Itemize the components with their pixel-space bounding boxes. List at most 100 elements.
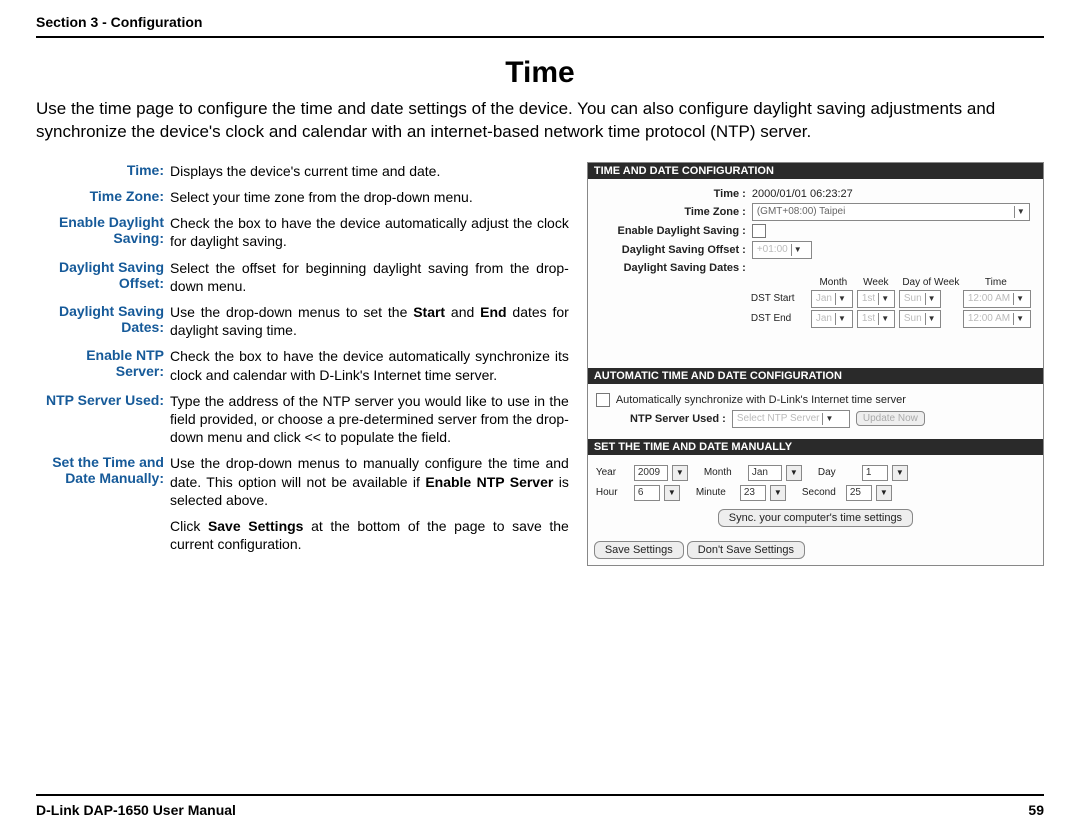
def-label-dst-dates: Daylight Saving Dates: [36,303,170,339]
value-second: 25 [846,485,872,501]
value-time: 2000/01/01 06:23:27 [752,188,853,200]
select-value: (GMT+08:00) Taipei [757,206,845,217]
def-value-timezone: Select your time zone from the drop-down… [170,188,569,206]
select-dst-end-dow[interactable]: Sun▼ [899,310,941,328]
select-value: Jan [816,313,832,324]
def-label-enable-ntp: Enable NTP Server: [36,347,170,383]
chevron-down-icon: ▼ [925,293,938,305]
footer-page-number: 59 [1028,802,1044,818]
section-header-manual: SET THE TIME AND DATE MANUALLY [588,439,1043,455]
chevron-down-icon: ▼ [791,244,804,256]
def-label-set-manually: Set the Time and Date Manually: [36,454,170,509]
select-hour[interactable]: ▼ [664,485,680,501]
select-dst-end-month[interactable]: Jan▼ [811,310,853,328]
label-year: Year [596,467,630,478]
chevron-down-icon: ▼ [835,293,848,305]
select-value: 1st [862,293,875,304]
chevron-down-icon: ▼ [878,313,891,325]
label-minute: Minute [696,487,736,498]
chevron-down-icon: ▼ [835,313,848,325]
label-dst-dates: Daylight Saving Dates : [596,262,752,274]
label-day: Day [818,467,858,478]
text: Use the drop-down menus to set the [170,304,413,320]
bold: End [480,304,506,320]
section-header-time: TIME AND DATE CONFIGURATION [588,163,1043,179]
sync-computer-button[interactable]: Sync. your computer's time settings [718,509,913,527]
select-value: +01:00 [757,244,788,255]
section-header-auto: AUTOMATIC TIME AND DATE CONFIGURATION [588,368,1043,384]
label-auto-sync: Automatically synchronize with D-Link's … [616,394,906,406]
select-value: 1st [862,313,875,324]
intro-paragraph: Use the time page to configure the time … [36,98,1044,144]
select-value: Select NTP Server [737,413,820,424]
update-now-button[interactable]: Update Now [856,411,925,426]
def-label-time: Time: [36,162,170,180]
select-day[interactable]: ▼ [892,465,908,481]
select-dst-start-month[interactable]: Jan▼ [811,290,853,308]
value-day: 1 [862,465,888,481]
checkbox-enable-dst[interactable] [752,224,766,238]
value-month: Jan [748,465,782,481]
footer-left: D-Link DAP-1650 User Manual [36,802,236,818]
chevron-down-icon: ▼ [1013,293,1026,305]
def-value-ntp-server: Type the address of the NTP server you w… [170,392,569,447]
value-hour: 6 [634,485,660,501]
dst-hdr-dow: Day of Week [896,277,966,288]
chevron-down-icon: ▼ [822,413,835,425]
select-value: Sun [904,293,922,304]
label-enable-dst: Enable Daylight Saving : [596,225,752,237]
select-dst-end-time[interactable]: 12:00 AM▼ [963,310,1031,328]
page-title: Time [36,56,1044,90]
config-panel: TIME AND DATE CONFIGURATION Time : 2000/… [587,162,1044,566]
chevron-down-icon: ▼ [1013,313,1026,325]
def-value-enable-ntp: Check the box to have the device automat… [170,347,569,383]
select-second[interactable]: ▼ [876,485,892,501]
def-label-dst-offset: Daylight Saving Offset: [36,259,170,295]
select-month[interactable]: ▼ [786,465,802,481]
select-dst-start-week[interactable]: 1st▼ [857,290,895,308]
dst-hdr-week: Week [856,277,896,288]
text: and [445,304,480,320]
dont-save-settings-button[interactable]: Don't Save Settings [687,541,805,559]
chevron-down-icon: ▼ [1014,206,1027,218]
def-value-enable-dst: Check the box to have the device automat… [170,214,569,250]
def-label-timezone: Time Zone: [36,188,170,206]
select-dst-end-week[interactable]: 1st▼ [857,310,895,328]
label-time: Time : [596,188,752,200]
dst-hdr-time: Time [966,277,1026,288]
def-label-empty [36,517,170,553]
value-minute: 23 [740,485,766,501]
def-value-set-manually: Use the drop-down menus to manually conf… [170,454,569,509]
chevron-down-icon: ▼ [878,293,891,305]
select-dst-offset[interactable]: +01:00 ▼ [752,241,812,259]
bold: Save Settings [208,518,304,534]
select-value: Sun [904,313,922,324]
def-value-time: Displays the device's current time and d… [170,162,569,180]
dst-hdr-month: Month [811,277,856,288]
def-value-dst-offset: Select the offset for beginning daylight… [170,259,569,295]
label-month: Month [704,467,744,478]
label-dst-offset: Daylight Saving Offset : [596,244,752,256]
label-ntp-server: NTP Server Used : [596,413,732,425]
bold: Start [413,304,445,320]
def-value-dst-dates: Use the drop-down menus to set the Start… [170,303,569,339]
select-ntp-server[interactable]: Select NTP Server ▼ [732,410,850,428]
label-timezone: Time Zone : [596,206,752,218]
select-year[interactable]: ▼ [672,465,688,481]
value-year: 2009 [634,465,668,481]
select-value: Jan [816,293,832,304]
select-dst-start-dow[interactable]: Sun▼ [899,290,941,308]
chevron-down-icon: ▼ [925,313,938,325]
select-minute[interactable]: ▼ [770,485,786,501]
select-timezone[interactable]: (GMT+08:00) Taipei ▼ [752,203,1030,221]
dst-start-label: DST Start [751,293,811,304]
def-label-enable-dst: Enable Daylight Saving: [36,214,170,250]
label-hour: Hour [596,487,630,498]
checkbox-auto-sync[interactable] [596,393,610,407]
label-second: Second [802,487,842,498]
text: Click [170,518,208,534]
bold: Enable NTP Server [425,474,553,490]
save-settings-button[interactable]: Save Settings [594,541,684,559]
select-value: 12:00 AM [968,293,1010,304]
select-dst-start-time[interactable]: 12:00 AM▼ [963,290,1031,308]
